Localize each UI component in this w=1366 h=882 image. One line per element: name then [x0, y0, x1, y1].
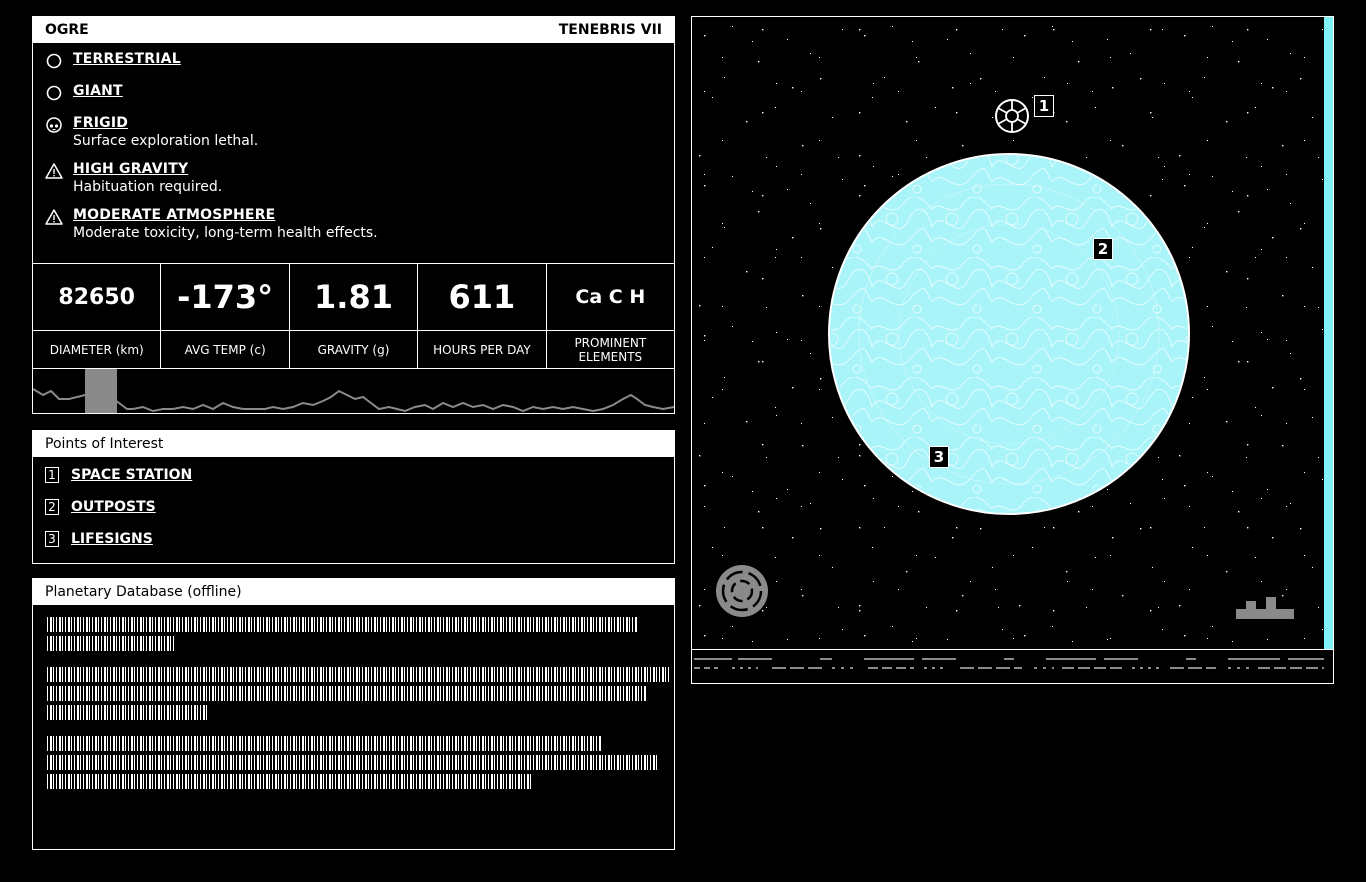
poi-number: 2: [45, 499, 59, 515]
poi-item-lifesigns[interactable]: 3 LIFESIGNS: [33, 523, 674, 555]
stat-diameter: 82650 DIAMETER (km): [33, 264, 162, 368]
trait-giant[interactable]: GIANT: [33, 83, 674, 115]
poi-header: Points of Interest: [33, 431, 674, 457]
graph-selection[interactable]: [85, 369, 117, 413]
stat-avg-temp: -173° AVG TEMP (c): [161, 264, 290, 368]
redacted-paragraph: [47, 736, 660, 789]
terrain-strip: [692, 649, 1333, 669]
stat-hours-per-day: 611 HOURS PER DAY: [418, 264, 547, 368]
database-header: Planetary Database (offline): [33, 579, 674, 605]
trait-high-gravity[interactable]: HIGH GRAVITY Habituation required.: [33, 161, 674, 207]
warning-icon: [45, 163, 63, 179]
stat-label: GRAVITY (g): [317, 342, 390, 357]
planet-header: OGRE TENEBRIS VII: [33, 17, 674, 43]
poi-name: OUTPOSTS: [71, 499, 156, 515]
poi-item-space-station[interactable]: 1 SPACE STATION: [33, 459, 674, 491]
trait-frigid[interactable]: FRIGID Surface exploration lethal.: [33, 115, 674, 161]
stat-label: HOURS PER DAY: [433, 342, 531, 357]
poi-marker-space-station[interactable]: 1: [1034, 95, 1054, 117]
stat-value: 611: [418, 264, 546, 331]
planet-sphere[interactable]: [828, 153, 1190, 515]
stat-value: 1.81: [289, 264, 418, 331]
stat-label: PROMINENT ELEMENTS: [574, 335, 647, 364]
compass-icon[interactable]: [716, 565, 768, 617]
trait-terrestrial[interactable]: TERRESTRIAL: [33, 51, 674, 83]
starfield: [692, 17, 1324, 649]
poi-name: LIFESIGNS: [71, 531, 153, 547]
planet-view-panel[interactable]: 1 2 3: [691, 16, 1334, 684]
circle-icon: [46, 85, 62, 101]
poi-marker-outposts[interactable]: 2: [1093, 238, 1113, 260]
poi-marker-lifesigns[interactable]: 3: [929, 446, 949, 468]
poi-name: SPACE STATION: [71, 467, 193, 483]
trait-moderate-atmosphere[interactable]: MODERATE ATMOSPHERE Moderate toxicity, l…: [33, 207, 674, 253]
poi-title: Points of Interest: [45, 436, 164, 452]
system-name: TENEBRIS VII: [558, 22, 662, 38]
planet-info-panel: OGRE TENEBRIS VII TERRESTRIAL GIANT FRIG…: [32, 16, 675, 414]
poi-number: 3: [45, 531, 59, 547]
poi-item-outposts[interactable]: 2 OUTPOSTS: [33, 491, 674, 523]
poi-number: 1: [45, 467, 59, 483]
redacted-paragraph: [47, 667, 671, 720]
stats-table: 82650 DIAMETER (km) -173° AVG TEMP (c) 1…: [33, 263, 675, 369]
skull-icon: [46, 117, 62, 133]
planetary-database-panel: Planetary Database (offline): [32, 578, 675, 850]
orbit-graph[interactable]: [33, 369, 674, 413]
stat-value: -173°: [161, 264, 289, 331]
stat-gravity: 1.81 GRAVITY (g): [289, 264, 419, 368]
stat-label: AVG TEMP (c): [184, 342, 266, 357]
circle-icon: [46, 53, 62, 69]
stat-label: DIAMETER (km): [49, 342, 144, 357]
database-title: Planetary Database (offline): [45, 584, 242, 600]
warning-icon: [45, 209, 63, 225]
planet-name: OGRE: [45, 22, 89, 38]
stat-prominent-elements: Ca C H PROMINENT ELEMENTS: [546, 264, 675, 368]
accent-scrollbar[interactable]: [1324, 17, 1333, 650]
database-redacted-text: [33, 605, 674, 789]
stat-value: 82650: [33, 264, 161, 331]
graph-line: [33, 388, 674, 413]
points-of-interest-panel: Points of Interest 1 SPACE STATION 2 OUT…: [32, 430, 675, 564]
redacted-paragraph: [47, 617, 660, 651]
trait-list: TERRESTRIAL GIANT FRIGID Surface explora…: [33, 43, 674, 253]
stat-value: Ca C H: [546, 264, 675, 331]
